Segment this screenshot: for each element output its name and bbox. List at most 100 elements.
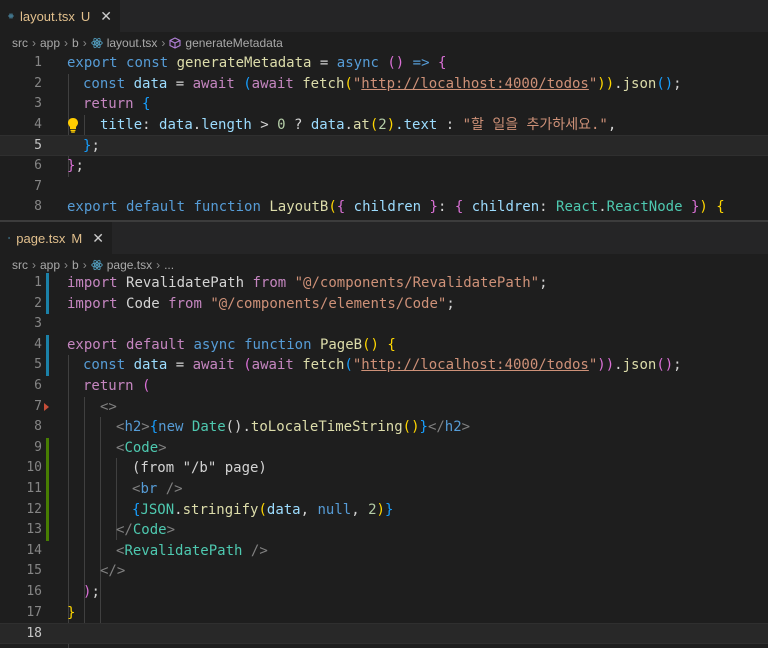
- code-line-current: 18: [0, 623, 768, 644]
- line-number: 2: [34, 295, 42, 311]
- breadcrumb-item[interactable]: generateMetadata: [185, 36, 282, 50]
- line-number: 7: [34, 398, 42, 414]
- code-line: 9 <Code>: [0, 438, 768, 459]
- line-number: 13: [26, 522, 42, 538]
- line-number: 18: [26, 626, 42, 642]
- react-file-icon: [91, 259, 103, 271]
- code-text: <h2>{new Date().toLocaleTimeString()}</h…: [116, 419, 471, 436]
- git-status-badge: M: [71, 230, 83, 246]
- code-line: 7 <>: [0, 397, 768, 418]
- breadcrumb-item[interactable]: b: [72, 258, 79, 272]
- tab-bar: page.tsx M ✕: [0, 222, 768, 254]
- code-text: return {: [83, 96, 151, 113]
- code-line: 8 <h2>{new Date().toLocaleTimeString()}<…: [0, 417, 768, 438]
- code-text: );: [83, 584, 100, 600]
- line-number: 4: [34, 116, 42, 132]
- code-line: 5 const data = await (await fetch("http:…: [0, 355, 768, 376]
- code-text: <>: [100, 398, 117, 415]
- code-text: import Code from "@/components/elements/…: [67, 295, 455, 312]
- code-line: 3 return {: [0, 94, 768, 115]
- line-number: 17: [26, 604, 42, 620]
- code-text: const data = await (await fetch("http://…: [83, 357, 682, 374]
- code-line: 1 export const generateMetadata = async …: [0, 53, 768, 74]
- line-number: 9: [34, 439, 42, 455]
- code-line: 10 (from "/b" page): [0, 458, 768, 479]
- editor-group-bottom: page.tsx M ✕ src › app › b › page.tsx › …: [0, 222, 768, 648]
- line-number: 8: [34, 419, 42, 435]
- code-line: 12 {JSON.stringify(data, null, 2)}: [0, 500, 768, 521]
- line-number: 14: [26, 542, 42, 558]
- code-text: export default async function PageB() {: [67, 336, 396, 353]
- tab-layout-tsx[interactable]: layout.tsx U ✕: [0, 0, 120, 32]
- react-file-icon: [8, 236, 11, 240]
- code-text: <br />: [132, 481, 183, 497]
- line-number: 10: [26, 460, 42, 476]
- breadcrumb-item[interactable]: src: [12, 36, 28, 50]
- line-number: 16: [26, 584, 42, 599]
- line-number: 4: [34, 336, 42, 352]
- code-text: import RevalidatePath from "@/components…: [67, 275, 548, 291]
- code-line: 4 export default async function PageB() …: [0, 335, 768, 356]
- chevron-right-icon: ›: [64, 258, 69, 272]
- code-line: 8 export default function LayoutB({ chil…: [0, 197, 768, 218]
- editor-group-top: layout.tsx U ✕ src › app › b › layout.ts…: [0, 0, 768, 220]
- breadcrumb-item[interactable]: src: [12, 258, 28, 272]
- tab-bar: layout.tsx U ✕: [0, 0, 768, 32]
- breadcrumb: src › app › b › layout.tsx › generateMet…: [0, 32, 768, 54]
- code-text: };: [67, 158, 84, 174]
- line-number: 5: [34, 357, 42, 373]
- git-status-badge: U: [80, 8, 91, 24]
- breadcrumb-item[interactable]: ...: [164, 258, 174, 272]
- code-line: 3: [0, 314, 768, 335]
- code-text: </Code>: [116, 522, 176, 539]
- code-line: 16 );: [0, 582, 768, 603]
- symbol-method-icon: [169, 37, 181, 49]
- code-line: 13 </Code>: [0, 520, 768, 541]
- chevron-right-icon: ›: [32, 36, 36, 50]
- code-line: 7: [0, 177, 768, 198]
- code-line: 15 </>: [0, 561, 768, 582]
- line-number: 1: [34, 275, 42, 290]
- line-number: 3: [34, 96, 42, 112]
- code-line: 1 import RevalidatePath from "@/componen…: [0, 273, 768, 294]
- chevron-right-icon: ›: [64, 36, 69, 50]
- chevron-right-icon: ›: [32, 258, 36, 272]
- chevron-right-icon: ›: [156, 258, 161, 272]
- close-icon[interactable]: ✕: [100, 8, 112, 25]
- line-number: 1: [34, 55, 42, 70]
- breadcrumb-item[interactable]: page.tsx: [107, 258, 152, 272]
- tab-page-tsx[interactable]: page.tsx M ✕: [0, 222, 112, 254]
- line-number: 8: [34, 199, 42, 215]
- chevron-right-icon: ›: [161, 36, 166, 50]
- code-text: export const generateMetadata = async ()…: [67, 55, 447, 71]
- code-line: 2 import Code from "@/components/element…: [0, 294, 768, 315]
- code-text: <RevalidatePath />: [116, 542, 268, 559]
- line-number: 11: [26, 481, 42, 496]
- breadcrumb-item[interactable]: app: [40, 258, 60, 272]
- chevron-right-icon: ›: [82, 258, 87, 272]
- code-text: <Code>: [116, 439, 167, 456]
- code-text: export default function LayoutB({ childr…: [67, 199, 725, 216]
- close-icon[interactable]: ✕: [92, 230, 104, 247]
- code-text: </>: [100, 563, 126, 580]
- breadcrumb-item[interactable]: b: [72, 36, 79, 50]
- line-number: 2: [34, 75, 42, 91]
- code-text: (from "/b" page): [132, 460, 267, 477]
- react-file-icon: [91, 37, 103, 49]
- code-line-current: 5 };: [0, 135, 768, 156]
- breadcrumb-item[interactable]: app: [40, 36, 60, 50]
- code-line: 2 const data = await (await fetch("http:…: [0, 74, 768, 95]
- line-number: 7: [34, 178, 42, 194]
- code-text: const data = await (await fetch("http://…: [83, 75, 682, 92]
- breadcrumb-item[interactable]: layout.tsx: [107, 36, 158, 50]
- line-number: 6: [34, 378, 42, 393]
- code-text: }: [67, 604, 76, 621]
- tab-filename: layout.tsx: [19, 8, 75, 24]
- tab-filename: page.tsx: [16, 230, 66, 246]
- code-line: 6 };: [0, 156, 768, 177]
- chevron-right-icon: ›: [82, 36, 87, 50]
- code-line: 17 }: [0, 603, 768, 624]
- code-line: 4 title: data.length > 0 ? data.at(2).te…: [0, 115, 768, 136]
- lightbulb-icon[interactable]: [66, 117, 80, 133]
- code-text: {JSON.stringify(data, null, 2)}: [132, 501, 394, 518]
